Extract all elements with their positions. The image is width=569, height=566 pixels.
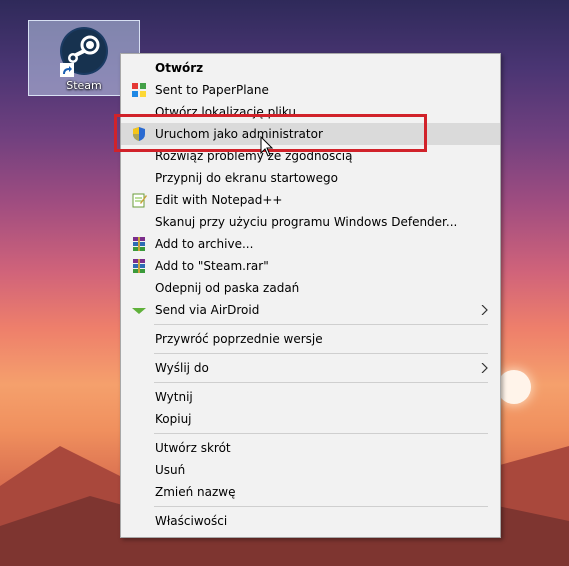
menu-item-scan-windows-defender[interactable]: Skanuj przy użyciu programu Windows Defe… — [121, 211, 500, 233]
winrar-icon — [133, 259, 145, 273]
menu-item-send-via-airdroid[interactable]: Send via AirDroid — [121, 299, 500, 321]
menu-item-add-to-archive[interactable]: Add to archive... — [121, 233, 500, 255]
menu-separator — [154, 506, 488, 507]
menu-item-label: Odepnij od paska zadań — [155, 281, 300, 295]
menu-item-label: Zmień nazwę — [155, 485, 236, 499]
menu-separator — [154, 353, 488, 354]
menu-item-label: Wyślij do — [155, 361, 209, 375]
airdroid-icon — [132, 308, 146, 314]
shortcut-arrow-icon — [60, 63, 74, 77]
menu-separator — [154, 433, 488, 434]
menu-separator — [154, 324, 488, 325]
chevron-right-icon — [481, 305, 488, 315]
menu-item-restore-previous-versions[interactable]: Przywróć poprzednie wersje — [121, 328, 500, 350]
menu-item-unpin-from-taskbar[interactable]: Odepnij od paska zadań — [121, 277, 500, 299]
menu-item-label: Kopiuj — [155, 412, 192, 426]
menu-item-properties[interactable]: Właściwości — [121, 510, 500, 532]
menu-item-label: Otwórz lokalizację pliku — [155, 105, 297, 119]
menu-item-cut[interactable]: Wytnij — [121, 386, 500, 408]
menu-item-troubleshoot-compatibility[interactable]: Rozwiąż problemy ze zgodnością — [121, 145, 500, 167]
winrar-icon — [133, 237, 145, 251]
menu-item-delete[interactable]: Usuń — [121, 459, 500, 481]
notepadpp-icon — [132, 193, 147, 208]
uac-shield-icon — [133, 127, 145, 141]
menu-item-label: Skanuj przy użyciu programu Windows Defe… — [155, 215, 458, 229]
menu-item-send-to[interactable]: Wyślij do — [121, 357, 500, 379]
menu-item-pin-to-start[interactable]: Przypnij do ekranu startowego — [121, 167, 500, 189]
menu-item-label: Sent to PaperPlane — [155, 83, 269, 97]
menu-item-label: Send via AirDroid — [155, 303, 260, 317]
menu-item-label: Usuń — [155, 463, 186, 477]
menu-item-open[interactable]: Otwórz — [121, 57, 500, 79]
menu-item-copy[interactable]: Kopiuj — [121, 408, 500, 430]
menu-item-label: Add to "Steam.rar" — [155, 259, 269, 273]
context-menu: Otwórz Sent to PaperPlane Otwórz lokaliz… — [120, 53, 501, 538]
paperplane-icon — [132, 83, 146, 97]
menu-item-label: Uruchom jako administrator — [155, 127, 323, 141]
menu-item-create-shortcut[interactable]: Utwórz skrót — [121, 437, 500, 459]
menu-item-label: Wytnij — [155, 390, 193, 404]
chevron-right-icon — [481, 363, 488, 373]
menu-item-label: Add to archive... — [155, 237, 254, 251]
menu-item-label: Utwórz skrót — [155, 441, 231, 455]
menu-item-label: Edit with Notepad++ — [155, 193, 283, 207]
menu-item-label: Właściwości — [155, 514, 228, 528]
menu-item-label: Przywróć poprzednie wersje — [155, 332, 323, 346]
menu-item-label: Rozwiąż problemy ze zgodnością — [155, 149, 353, 163]
menu-item-edit-with-notepadpp[interactable]: Edit with Notepad++ — [121, 189, 500, 211]
menu-item-label: Przypnij do ekranu startowego — [155, 171, 338, 185]
menu-item-open-file-location[interactable]: Otwórz lokalizację pliku — [121, 101, 500, 123]
menu-separator — [154, 382, 488, 383]
mouse-cursor-icon — [260, 136, 274, 157]
menu-item-sent-to-paperplane[interactable]: Sent to PaperPlane — [121, 79, 500, 101]
menu-item-label: Otwórz — [155, 61, 204, 75]
menu-item-add-to-steam-rar[interactable]: Add to "Steam.rar" — [121, 255, 500, 277]
menu-item-run-as-administrator[interactable]: Uruchom jako administrator — [121, 123, 500, 145]
menu-item-rename[interactable]: Zmień nazwę — [121, 481, 500, 503]
